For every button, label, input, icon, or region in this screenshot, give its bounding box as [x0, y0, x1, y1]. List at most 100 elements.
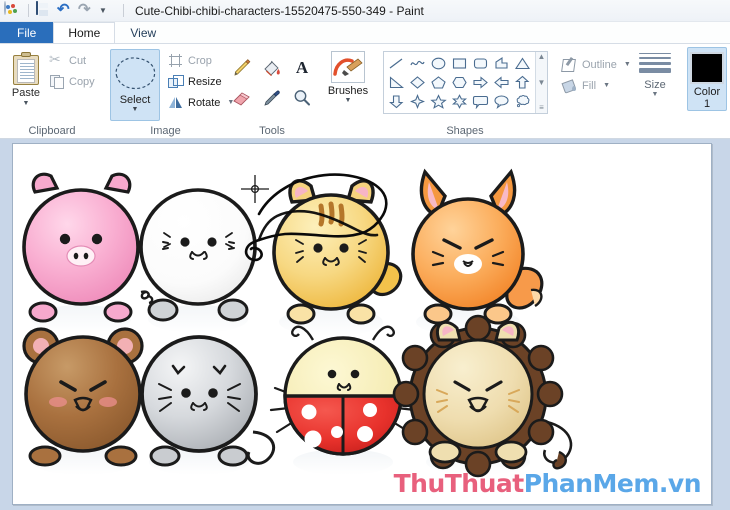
select-label: Select — [120, 94, 151, 106]
shape-oval[interactable] — [428, 54, 449, 73]
shapes-more-icon[interactable]: ≡ — [539, 104, 544, 112]
watermark-part-2: PhanMem.vn — [524, 469, 701, 498]
eraser-tool-button[interactable] — [227, 83, 257, 113]
drawing-canvas[interactable]: ThuThuatPhanMem.vn — [12, 143, 712, 505]
ribbon-group-colors: Color 1 Co — [681, 44, 730, 139]
image-group-label: Image — [104, 123, 227, 139]
bear-character — [24, 329, 142, 475]
window-title: Cute-Chibi-chibi-characters-15520475-550… — [135, 4, 424, 18]
copy-button[interactable]: Copy — [46, 72, 100, 91]
ribbon-group-size: Size ▼ — [629, 44, 681, 139]
cat-yellow-character — [274, 181, 401, 336]
color-1-button[interactable]: Color 1 — [687, 47, 727, 111]
watermark: ThuThuatPhanMem.vn — [394, 469, 701, 498]
tab-file[interactable]: File — [0, 22, 53, 43]
ribbon-group-outline-fill: Outline ▼ Fill ▼ — [551, 44, 629, 139]
shape-line[interactable] — [386, 54, 407, 73]
clipboard-group-label: Clipboard — [0, 123, 104, 139]
size-label: Size — [644, 79, 665, 91]
fill-dropdown-arrow[interactable]: ▼ — [603, 82, 610, 89]
ribbon-group-tools: A — [227, 44, 317, 139]
eraser-icon — [231, 87, 253, 109]
rotate-icon — [168, 95, 183, 110]
shape-down-arrow[interactable] — [386, 92, 407, 111]
qat-divider — [28, 4, 29, 17]
copy-icon — [49, 74, 64, 89]
fill-icon — [562, 78, 577, 93]
freeform-select-icon — [111, 53, 159, 93]
text-icon: A — [291, 57, 313, 79]
cat-white-character — [141, 190, 255, 333]
shape-right-triangle[interactable] — [386, 73, 407, 92]
size-lines-icon — [639, 53, 671, 76]
fill-with-color-icon — [261, 57, 283, 79]
pencil-tool-button[interactable] — [227, 53, 257, 83]
canvas-artwork: ThuThuatPhanMem.vn — [13, 144, 711, 504]
brushes-icon — [331, 51, 365, 83]
qat-divider-2 — [123, 4, 124, 17]
shape-polygon[interactable] — [491, 54, 512, 73]
shape-six-point-star[interactable] — [449, 92, 470, 111]
paste-dropdown-arrow[interactable]: ▼ — [23, 100, 30, 107]
brushes-group-label — [317, 123, 379, 139]
shape-five-point-star[interactable] — [428, 92, 449, 111]
shape-hexagon[interactable] — [449, 73, 470, 92]
tab-view[interactable]: View — [115, 22, 171, 43]
fill-button[interactable]: Fill ▼ — [559, 76, 636, 95]
brushes-button[interactable]: Brushes ▼ — [323, 47, 373, 105]
shape-right-arrow[interactable] — [470, 73, 491, 92]
shape-up-arrow[interactable] — [512, 73, 533, 92]
redo-icon[interactable]: ↷ — [78, 2, 95, 19]
undo-icon[interactable]: ↶ — [57, 2, 74, 19]
brushes-dropdown-arrow[interactable]: ▼ — [345, 97, 352, 105]
ribbon-group-shapes: ▲ ▼ ≡ Shapes — [379, 44, 551, 139]
shape-triangle[interactable] — [512, 54, 533, 73]
shapes-scroll-up-icon[interactable]: ▲ — [538, 53, 546, 61]
size-button[interactable]: Size ▼ — [635, 47, 675, 99]
color-picker-tool-button[interactable] — [257, 83, 287, 113]
tab-home[interactable]: Home — [53, 22, 115, 43]
scissors-icon — [49, 53, 64, 68]
outline-icon — [562, 57, 577, 72]
customize-qat-icon[interactable]: ▼ — [99, 2, 116, 19]
title-bar: ↶ ↷ ▼ Cute-Chibi-chibi-characters-155204… — [0, 0, 730, 22]
size-group-label — [629, 123, 681, 139]
copy-label: Copy — [69, 76, 95, 88]
shape-cloud-callout[interactable] — [512, 92, 533, 111]
shape-left-arrow[interactable] — [491, 73, 512, 92]
outline-button[interactable]: Outline ▼ — [559, 55, 636, 74]
shapes-scrollbar[interactable]: ▲ ▼ ≡ — [535, 52, 547, 113]
pencil-icon — [231, 57, 253, 79]
select-dropdown-arrow[interactable]: ▼ — [132, 106, 139, 114]
workspace: ThuThuatPhanMem.vn — [0, 139, 730, 510]
size-dropdown-arrow[interactable]: ▼ — [652, 91, 659, 99]
shape-rounded-callout[interactable] — [470, 92, 491, 111]
outline-label: Outline — [582, 59, 617, 71]
crosshair-cursor — [241, 175, 269, 203]
paint-window: ↶ ↷ ▼ Cute-Chibi-chibi-characters-155204… — [0, 0, 730, 510]
magnifier-tool-button[interactable] — [287, 83, 317, 113]
lion-character — [394, 316, 571, 476]
ribbon-group-image: Select ▼ Crop Resize Rotate ▼ — [104, 44, 227, 139]
text-tool-button[interactable]: A — [287, 53, 317, 83]
shape-oval-callout[interactable] — [491, 92, 512, 111]
select-tool-button[interactable]: Select ▼ — [110, 49, 160, 121]
ribbon-group-clipboard: Paste ▼ Cut Copy Clipboard — [0, 44, 104, 139]
shape-rounded-rectangle[interactable] — [470, 54, 491, 73]
shape-curve[interactable] — [407, 54, 428, 73]
shape-pentagon[interactable] — [428, 73, 449, 92]
chibi-characters-artwork — [13, 144, 712, 505]
shape-four-point-star[interactable] — [407, 92, 428, 111]
brushes-label: Brushes — [328, 85, 368, 97]
shape-diamond[interactable] — [407, 73, 428, 92]
fill-with-color-tool-button[interactable] — [257, 53, 287, 83]
paint-app-icon[interactable] — [4, 2, 21, 19]
shapes-scroll-down-icon[interactable]: ▼ — [538, 79, 546, 87]
colors-group-label — [681, 123, 730, 139]
cut-button[interactable]: Cut — [46, 51, 100, 70]
magnifier-icon — [291, 87, 313, 109]
shape-rectangle[interactable] — [449, 54, 470, 73]
save-icon[interactable] — [36, 2, 53, 19]
paste-button[interactable]: Paste ▼ — [10, 47, 42, 108]
ladybug-character — [271, 327, 415, 475]
